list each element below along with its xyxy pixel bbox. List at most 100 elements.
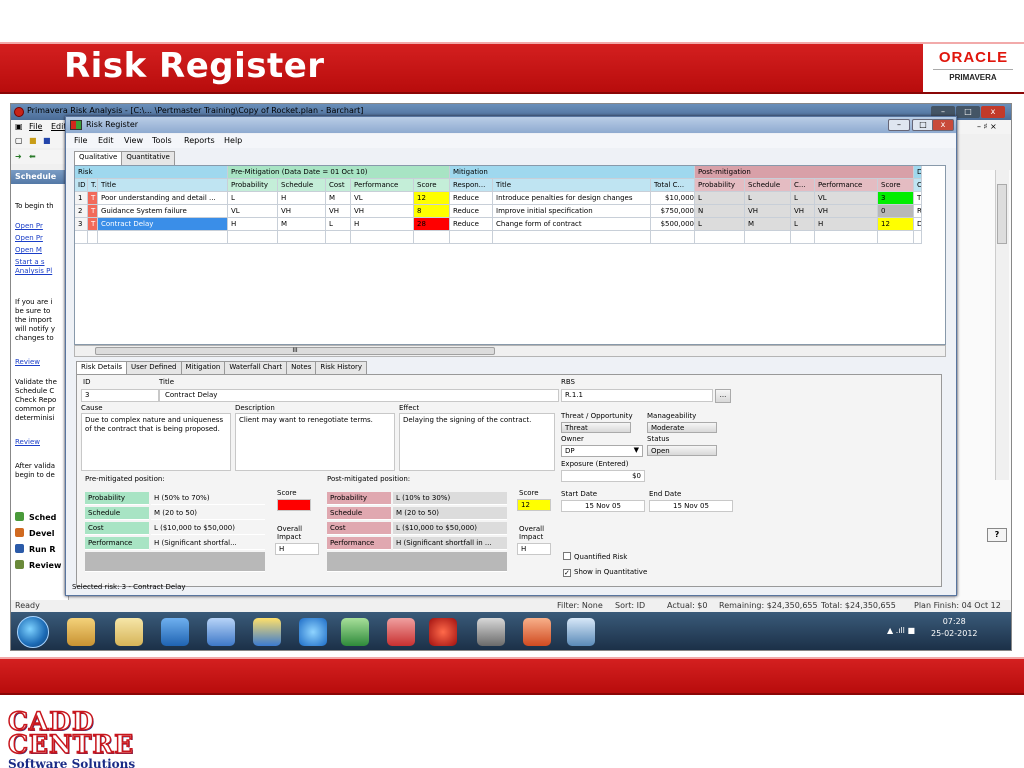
end-date-field[interactable]: 15 Nov 05 <box>649 500 733 512</box>
rbs-browse-button[interactable]: ... <box>715 389 731 403</box>
table-cell[interactable]: M <box>326 192 351 205</box>
workflow-link[interactable]: Analysis Pl <box>15 267 52 275</box>
position-value[interactable]: M (20 to 50) <box>393 507 507 520</box>
table-cell[interactable]: M <box>278 218 326 231</box>
table-cell[interactable]: T <box>88 205 98 218</box>
exposure-field[interactable]: $0 <box>561 470 645 482</box>
excel-icon[interactable] <box>341 618 369 646</box>
effect-field[interactable]: Delaying the signing of the contract. <box>399 413 555 471</box>
checkbox-box[interactable] <box>563 552 571 560</box>
threat-field[interactable]: Threat <box>561 422 631 433</box>
scrollbar-thumb[interactable] <box>997 184 1007 244</box>
table-cell[interactable]: Reduce <box>450 218 493 231</box>
table-cell[interactable]: L <box>326 218 351 231</box>
workflow-link[interactable]: Open Pr <box>15 222 43 230</box>
table-cell[interactable]: 12 <box>878 218 914 231</box>
table-cell[interactable]: L <box>695 192 745 205</box>
nav-schedule[interactable]: Sched <box>15 510 56 526</box>
manageability-field[interactable]: Moderate <box>647 422 717 433</box>
rr-minimize-icon[interactable]: – <box>888 119 910 131</box>
presentation-icon[interactable] <box>523 618 551 646</box>
column-header[interactable]: ID <box>75 179 88 192</box>
table-cell[interactable]: $500,000 <box>651 218 695 231</box>
column-header[interactable]: T... <box>88 179 98 192</box>
paint-icon[interactable] <box>567 618 595 646</box>
position-value[interactable]: L ($10,000 to $50,000) <box>393 522 507 535</box>
table-cell[interactable]: D <box>914 218 922 231</box>
show-quantitative-checkbox[interactable]: ✓ Show in Quantitative <box>563 568 647 577</box>
column-header[interactable]: Title <box>98 179 228 192</box>
table-cell[interactable]: Poor understanding and detail ... <box>98 192 228 205</box>
help-button[interactable]: ? <box>987 528 1007 542</box>
nav-run[interactable]: Run R <box>15 542 56 558</box>
column-header[interactable]: C <box>914 179 922 192</box>
column-header[interactable]: Probability <box>695 179 745 192</box>
table-cell[interactable]: 8 <box>414 205 450 218</box>
table-cell[interactable]: 3 <box>75 218 88 231</box>
table-cell[interactable]: 1 <box>75 192 88 205</box>
notes-app-icon[interactable] <box>207 618 235 646</box>
folder-app-icon[interactable] <box>115 618 143 646</box>
rr-menu-help[interactable]: Help <box>224 136 242 145</box>
description-field[interactable]: Client may want to renegotiate terms. <box>235 413 395 471</box>
grid-scroll-thumb[interactable]: III <box>95 347 495 355</box>
cause-field[interactable]: Due to complex nature and uniqueness of … <box>81 413 231 471</box>
table-cell[interactable]: 28 <box>414 218 450 231</box>
media-player-icon[interactable] <box>161 618 189 646</box>
column-header[interactable]: Schedule <box>745 179 791 192</box>
column-header[interactable]: Performance <box>815 179 878 192</box>
forward-icon[interactable]: ➜ <box>15 152 22 161</box>
tab-risk-history[interactable]: Risk History <box>315 361 367 374</box>
report-app-icon[interactable] <box>387 618 415 646</box>
table-cell[interactable]: Introduce penalties for design changes <box>493 192 651 205</box>
tab-notes[interactable]: Notes <box>286 361 317 374</box>
table-cell[interactable]: Improve initial specification <box>493 205 651 218</box>
table-cell[interactable]: H <box>228 218 278 231</box>
table-cell[interactable]: $750,000 <box>651 205 695 218</box>
table-cell[interactable]: Contract Delay <box>98 218 228 231</box>
table-cell[interactable]: R <box>914 205 922 218</box>
mail-app-icon[interactable] <box>67 618 95 646</box>
column-header[interactable]: Performance <box>351 179 414 192</box>
table-cell[interactable]: VL <box>815 192 878 205</box>
nav-review[interactable]: Review <box>15 558 61 574</box>
table-cell[interactable]: L <box>228 192 278 205</box>
table-cell[interactable]: L <box>695 218 745 231</box>
tab-quantitative[interactable]: Quantitative <box>121 151 175 165</box>
table-cell[interactable]: 2 <box>75 205 88 218</box>
browser-icon[interactable] <box>299 618 327 646</box>
table-cell[interactable]: Reduce <box>450 205 493 218</box>
rr-menu-tools[interactable]: Tools <box>152 136 172 145</box>
checkmark-icon[interactable]: ✓ <box>563 569 571 577</box>
table-cell[interactable]: VH <box>326 205 351 218</box>
table-cell[interactable]: L <box>791 218 815 231</box>
rr-menu-reports[interactable]: Reports <box>184 136 215 145</box>
workflow-link[interactable]: Open Pr <box>15 234 43 242</box>
tools-app-icon[interactable] <box>253 618 281 646</box>
position-value[interactable]: H (Significant shortfall in ... <box>393 537 507 550</box>
maximize-icon[interactable]: □ <box>956 106 980 118</box>
table-cell[interactable]: H <box>278 192 326 205</box>
rr-close-icon[interactable]: x <box>932 119 954 131</box>
grid-horizontal-scrollbar[interactable]: III <box>74 345 946 357</box>
column-header[interactable]: Score <box>414 179 450 192</box>
table-cell[interactable]: N <box>695 205 745 218</box>
table-cell[interactable]: H <box>815 218 878 231</box>
position-value[interactable]: L ($10,000 to $50,000) <box>151 522 265 535</box>
position-value[interactable]: H (50% to 70%) <box>151 492 265 505</box>
restore-child-icon[interactable]: – ♯ × <box>977 122 997 131</box>
rr-menu-edit[interactable]: Edit <box>98 136 114 145</box>
back-icon[interactable]: ⬅ <box>29 152 36 161</box>
table-cell[interactable]: T <box>88 218 98 231</box>
title-field[interactable]: Contract Delay <box>159 389 559 402</box>
tab-risk-details[interactable]: Risk Details <box>76 361 128 374</box>
table-cell[interactable]: VH <box>278 205 326 218</box>
column-header[interactable]: Schedule <box>278 179 326 192</box>
table-cell[interactable]: VH <box>351 205 414 218</box>
column-header[interactable]: Score <box>878 179 914 192</box>
open-icon[interactable]: ■ <box>29 136 37 145</box>
start-date-field[interactable]: 15 Nov 05 <box>561 500 645 512</box>
table-cell[interactable]: L <box>791 192 815 205</box>
primavera-taskbar-icon[interactable] <box>429 618 457 646</box>
table-cell[interactable]: VH <box>815 205 878 218</box>
